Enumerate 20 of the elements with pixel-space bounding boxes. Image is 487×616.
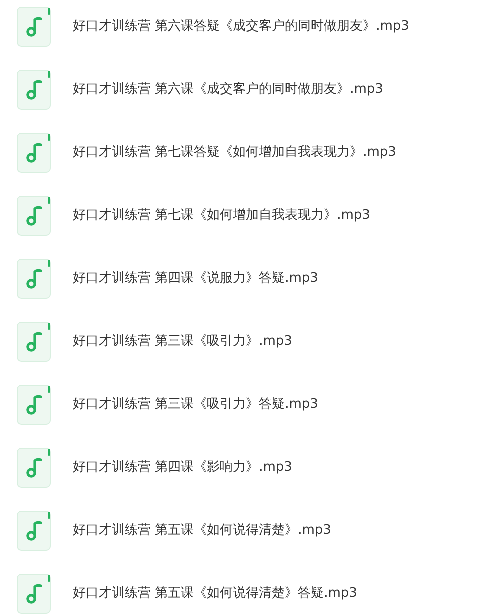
file-name[interactable]: 好口才训练营 第六课《成交客户的同时做朋友》.mp3 [73, 80, 384, 100]
audio-file-icon [17, 448, 51, 488]
file-name[interactable]: 好口才训练营 第七课答疑《如何增加自我表现力》.mp3 [73, 143, 396, 163]
audio-file-icon [17, 511, 51, 551]
audio-file-icon [17, 322, 51, 362]
file-name[interactable]: 好口才训练营 第五课《如何说得清楚》答疑.mp3 [73, 584, 358, 604]
audio-file-icon [17, 574, 51, 614]
file-name[interactable]: 好口才训练营 第四课《说服力》答疑.mp3 [73, 269, 318, 289]
audio-file-icon [17, 196, 51, 236]
file-name[interactable]: 好口才训练营 第三课《吸引力》答疑.mp3 [73, 395, 318, 415]
file-name[interactable]: 好口才训练营 第六课答疑《成交客户的同时做朋友》.mp3 [73, 17, 410, 37]
audio-file-icon [17, 259, 51, 299]
audio-file-icon [17, 385, 51, 425]
audio-file-icon [17, 7, 51, 47]
file-name[interactable]: 好口才训练营 第五课《如何说得清楚》.mp3 [73, 521, 332, 541]
file-name[interactable]: 好口才训练营 第三课《吸引力》.mp3 [73, 332, 292, 352]
audio-file-icon [17, 133, 51, 173]
audio-file-icon [17, 70, 51, 110]
file-name[interactable]: 好口才训练营 第七课《如何增加自我表现力》.mp3 [73, 206, 370, 226]
file-name[interactable]: 好口才训练营 第四课《影响力》.mp3 [73, 458, 292, 478]
